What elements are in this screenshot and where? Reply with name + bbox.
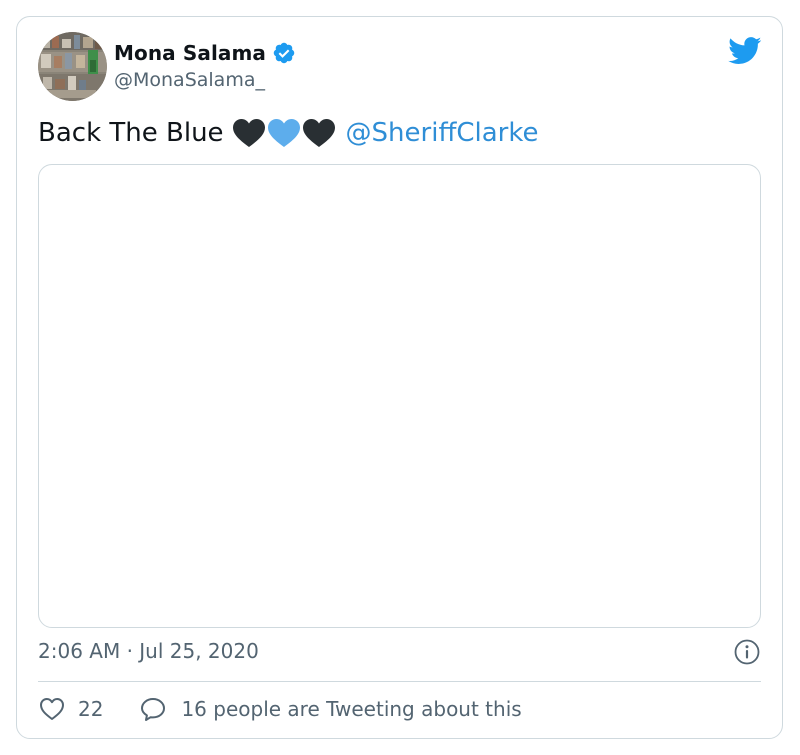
tweet-card[interactable]: Mona Salama @MonaSalama_ Back The Blue @… [16,16,783,739]
twitter-bird-icon[interactable] [728,37,762,65]
mention-link[interactable]: @SheriffClarke [346,118,539,148]
tweet-body: Back The Blue [38,118,224,148]
media-container[interactable] [38,164,761,628]
black-heart-icon [302,119,335,147]
black-heart-icon [232,119,265,147]
conversation-button[interactable]: 16 people are Tweeting about this [139,695,522,723]
heart-outline-icon [40,698,64,720]
tweet-text: Back The Blue @SheriffClarke [38,113,538,153]
blue-heart-icon [267,119,300,147]
author-handle[interactable]: @MonaSalama_ [114,69,265,91]
like-count: 22 [78,697,104,721]
like-button[interactable]: 22 [38,695,103,723]
author-name-row[interactable]: Mona Salama [114,39,296,67]
conversation-label: 16 people are Tweeting about this [181,697,522,721]
tweet-timestamp[interactable]: 2:06 AM · Jul 25, 2020 [38,639,259,663]
author-name[interactable]: Mona Salama [114,41,266,65]
divider [38,681,761,682]
verified-badge-icon [273,42,295,64]
info-icon[interactable] [734,639,760,665]
tweet-actions: 22 16 people are Tweeting about this [38,692,522,726]
avatar[interactable] [38,32,107,101]
speech-bubble-icon [141,698,166,721]
heart-emojis [232,118,336,148]
